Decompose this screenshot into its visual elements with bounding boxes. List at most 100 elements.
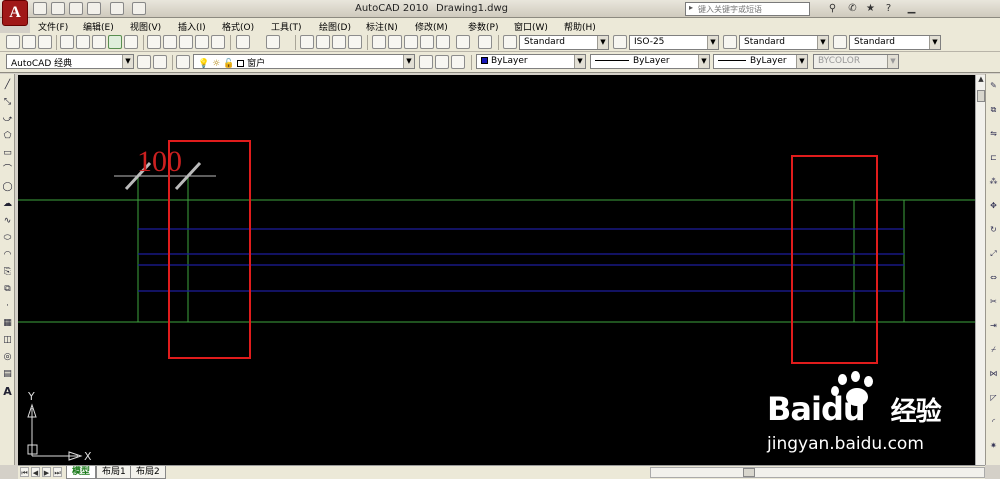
search-input[interactable]: 键入关键字或短语 <box>685 2 810 16</box>
cut-icon[interactable] <box>147 35 161 49</box>
match-properties-icon[interactable] <box>195 35 209 49</box>
horizontal-scrollbar[interactable] <box>650 467 985 478</box>
menu-format[interactable]: 格式(O) <box>222 20 254 33</box>
vertical-scroll-thumb[interactable] <box>977 90 985 102</box>
mirror-icon[interactable]: ⇋ <box>988 128 999 139</box>
table-style-select[interactable]: Standard ▼ <box>739 35 829 50</box>
dimension-text[interactable]: 100 <box>137 145 182 178</box>
arc-icon[interactable]: ⌒ <box>2 165 13 176</box>
menu-file[interactable]: 文件(F) <box>38 20 68 33</box>
text-style-select[interactable]: Standard ▼ <box>519 35 609 50</box>
tab-model[interactable]: 模型 <box>66 466 97 479</box>
array-icon[interactable]: ⁂ <box>988 176 999 187</box>
ellipse-icon[interactable]: ⬭ <box>2 233 13 244</box>
ellipse-arc-icon[interactable]: ◠ <box>2 250 13 261</box>
extend-icon[interactable]: ⇥ <box>988 320 999 331</box>
copy-object-icon[interactable]: ⧉ <box>988 104 999 115</box>
erase-icon[interactable]: ✎ <box>988 80 999 91</box>
menu-modify[interactable]: 修改(M) <box>415 20 448 33</box>
undo-icon[interactable] <box>87 2 101 15</box>
undo-toolbar-icon[interactable] <box>236 35 250 49</box>
circle-icon[interactable]: ◯ <box>2 182 13 193</box>
paste-icon[interactable] <box>179 35 193 49</box>
communication-center-icon[interactable]: ✆ <box>846 2 859 15</box>
make-block-icon[interactable]: ⧉ <box>2 284 13 295</box>
markup-icon[interactable] <box>436 35 450 49</box>
hatch-icon[interactable]: ▦ <box>2 318 13 329</box>
qnew-icon[interactable] <box>6 35 20 49</box>
menu-help[interactable]: 帮助(H) <box>564 20 596 33</box>
construction-line-icon[interactable]: ⤡ <box>2 97 13 108</box>
insert-block-icon[interactable]: ⎘ <box>2 267 13 278</box>
rotate-icon[interactable]: ↻ <box>988 224 999 235</box>
break-icon[interactable]: ⌿ <box>988 344 999 355</box>
text-style-icon[interactable] <box>503 35 517 49</box>
zoom-previous-icon[interactable] <box>348 35 362 49</box>
plot-icon[interactable] <box>132 2 146 15</box>
color-select[interactable]: ByLayer ▼ <box>476 54 586 69</box>
table-style-icon[interactable] <box>723 35 737 49</box>
workspace-select[interactable]: AutoCAD 经典 ▼ <box>6 54 134 69</box>
multiline-text-icon[interactable]: A <box>2 386 13 397</box>
next-tab-icon[interactable]: ▶ <box>42 467 51 477</box>
tab-layout2[interactable]: 布局2 <box>130 466 166 479</box>
dim-style-select[interactable]: ISO-25 ▼ <box>629 35 719 50</box>
rectangle-icon[interactable]: ▭ <box>2 148 13 159</box>
open-file-icon[interactable] <box>22 35 36 49</box>
favorites-icon[interactable]: ★ <box>864 2 877 15</box>
plotstyle-select[interactable]: BYCOLOR ▼ <box>813 54 899 69</box>
region-icon[interactable]: ◎ <box>2 352 13 363</box>
lineweight-select[interactable]: ByLayer ▼ <box>713 54 808 69</box>
3d-dwf-icon[interactable] <box>108 35 122 49</box>
autocad-logo-icon[interactable]: A <box>2 0 28 26</box>
redo-toolbar-icon[interactable] <box>266 35 280 49</box>
minimize-icon[interactable]: ▁ <box>905 2 918 15</box>
make-object-layer-current-icon[interactable] <box>419 55 433 69</box>
zoom-window-icon[interactable] <box>332 35 346 49</box>
linetype-select[interactable]: ByLayer ▼ <box>590 54 710 69</box>
dim-style-icon[interactable] <box>613 35 627 49</box>
menu-parametric[interactable]: 参数(P) <box>468 20 498 33</box>
sheet-set-icon[interactable] <box>420 35 434 49</box>
line-icon[interactable]: ╱ <box>2 80 13 91</box>
quickcalc-icon[interactable] <box>456 35 470 49</box>
vertical-scrollbar[interactable]: ▲ <box>975 75 985 465</box>
multileader-style-select[interactable]: Standard ▼ <box>849 35 941 50</box>
workspace-settings-icon[interactable] <box>137 55 151 69</box>
menu-view[interactable]: 视图(V) <box>130 20 161 33</box>
menu-dimension[interactable]: 标注(N) <box>366 20 398 33</box>
tool-palettes-icon[interactable] <box>404 35 418 49</box>
gradient-icon[interactable]: ◫ <box>2 335 13 346</box>
spline-icon[interactable]: ∿ <box>2 216 13 227</box>
block-editor-icon[interactable] <box>211 35 225 49</box>
zoom-realtime-icon[interactable] <box>316 35 330 49</box>
multileader-style-icon[interactable] <box>833 35 847 49</box>
chamfer-icon[interactable]: ◸ <box>988 392 999 403</box>
copy-icon[interactable] <box>163 35 177 49</box>
print-icon[interactable] <box>60 35 74 49</box>
menu-edit[interactable]: 编辑(E) <box>83 20 114 33</box>
new-icon[interactable] <box>33 2 47 15</box>
trim-icon[interactable]: ✂ <box>988 296 999 307</box>
redo-icon[interactable] <box>110 2 124 15</box>
help-icon[interactable]: ? <box>882 2 895 15</box>
polyline-icon[interactable]: ⤻ <box>2 114 13 125</box>
open-icon[interactable] <box>51 2 65 15</box>
help-toolbar-icon[interactable] <box>478 35 492 49</box>
properties-icon[interactable] <box>372 35 386 49</box>
polygon-icon[interactable]: ⬠ <box>2 131 13 142</box>
menu-insert[interactable]: 插入(I) <box>178 20 206 33</box>
workspace-toolbar-icon[interactable] <box>153 55 167 69</box>
first-tab-icon[interactable]: ⏮ <box>20 467 29 477</box>
layer-manager-icon[interactable] <box>176 55 190 69</box>
scale-icon[interactable]: ⤢ <box>988 248 999 259</box>
offset-icon[interactable]: ⊏ <box>988 152 999 163</box>
layer-previous-icon[interactable] <box>435 55 449 69</box>
publish-icon[interactable] <box>92 35 106 49</box>
join-icon[interactable]: ⋈ <box>988 368 999 379</box>
menu-tools[interactable]: 工具(T) <box>271 20 302 33</box>
move-icon[interactable]: ✥ <box>988 200 999 211</box>
layer-select[interactable]: 💡 ☼ 🔓 窗户 ▼ <box>193 54 415 69</box>
menu-window[interactable]: 窗口(W) <box>514 20 548 33</box>
save-icon[interactable] <box>69 2 83 15</box>
